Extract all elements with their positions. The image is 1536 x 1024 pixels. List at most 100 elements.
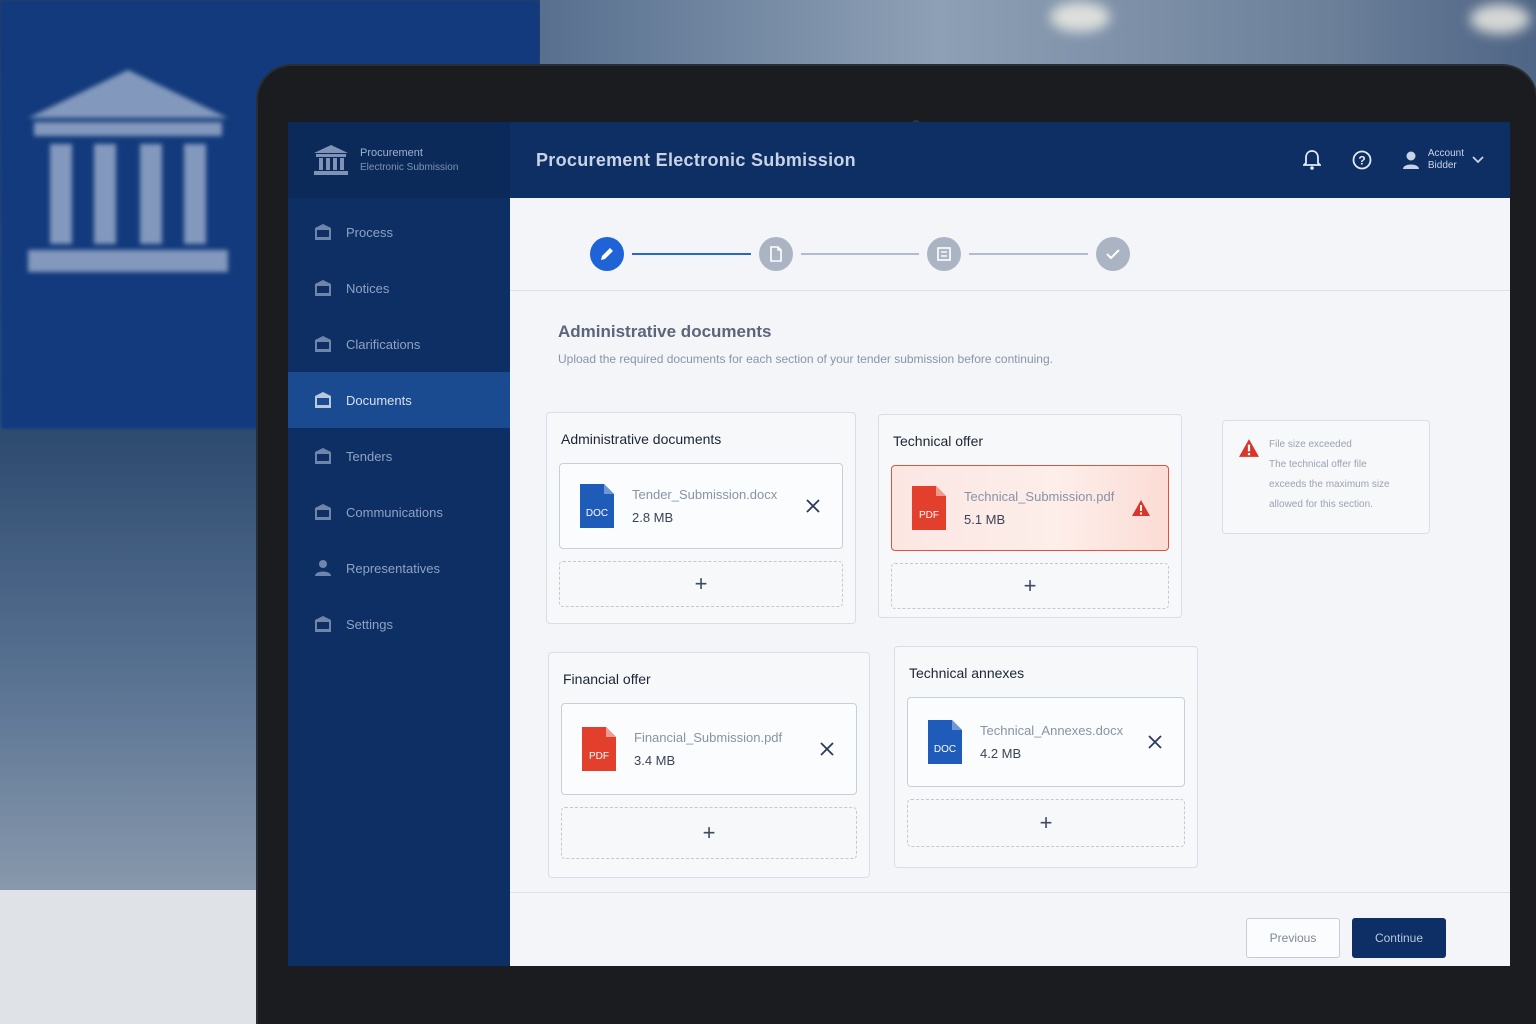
help-icon[interactable]: ?	[1352, 150, 1372, 170]
step-connector	[800, 253, 920, 255]
brand[interactable]: Procurement Electronic Submission	[288, 122, 510, 198]
user-name: Account	[1427, 148, 1464, 159]
file-item[interactable]: DOC Technical_Annexes.docx 4.2 MB	[907, 697, 1185, 787]
file-name: Technical_Submission.pdf	[964, 489, 1115, 504]
card-title: Technical offer	[893, 433, 984, 449]
upload-card-technical-offer: Technical offer PDF Technical_Submission…	[878, 414, 1182, 618]
institution-logo-icon	[28, 70, 228, 272]
file-size: 4.2 MB	[980, 746, 1022, 761]
step-confirm[interactable]	[1096, 237, 1131, 271]
sidebar-item-label: Tenders	[346, 448, 393, 464]
pdf-file-icon: PDF	[912, 486, 946, 530]
person-icon	[315, 560, 331, 576]
sidebar-item-settings[interactable]: Settings	[288, 596, 510, 652]
laptop-frame: Procurement Electronic Submission Procur…	[258, 66, 1536, 1024]
sidebar-item-label: Settings	[346, 616, 393, 632]
list-icon	[937, 247, 952, 261]
sidebar-item-representatives[interactable]: Representatives	[288, 540, 510, 596]
main-content: Administrative documents Upload the requ…	[510, 198, 1510, 966]
warning-icon	[1132, 500, 1151, 516]
file-item[interactable]: DOC Tender_Submission.docx 2.8 MB	[559, 463, 843, 549]
add-file-dropzone[interactable]: +	[907, 799, 1185, 847]
file-type-label: PDF	[589, 751, 609, 762]
sidebar-item-label: Process	[346, 224, 393, 240]
pdf-file-icon: PDF	[582, 727, 616, 771]
sidebar-item-clarifications[interactable]: Clarifications	[288, 316, 510, 372]
divider	[510, 892, 1510, 893]
alert-text: exceeds the maximum size	[1269, 479, 1390, 490]
doc-file-icon: DOC	[928, 720, 962, 764]
file-name: Technical_Annexes.docx	[980, 723, 1124, 738]
file-size: 2.8 MB	[632, 510, 674, 525]
brand-line-2: Electronic Submission	[360, 162, 459, 173]
sidebar-item-notices[interactable]: Notices	[288, 260, 510, 316]
doc-file-icon: DOC	[580, 484, 614, 528]
brand-line-1: Procurement	[360, 147, 423, 159]
sidebar-item-tenders[interactable]: Tenders	[288, 428, 510, 484]
building-icon	[315, 336, 331, 352]
warning-icon	[1239, 439, 1259, 457]
step-connector	[632, 253, 751, 255]
warning-indicator[interactable]	[1132, 499, 1151, 517]
alert-text: The technical offer file	[1269, 459, 1367, 470]
card-title: Technical annexes	[909, 665, 1025, 681]
file-size: 3.4 MB	[634, 753, 676, 768]
remove-file-button[interactable]	[818, 740, 836, 758]
card-title: Financial offer	[563, 671, 651, 687]
user-icon	[1402, 151, 1419, 169]
building-icon	[315, 224, 331, 240]
sidebar: Process Notices Clarifications Documents…	[288, 198, 510, 966]
step-review[interactable]	[927, 237, 962, 271]
building-icon	[315, 448, 331, 464]
sidebar-item-process[interactable]: Process	[288, 204, 510, 260]
step-documents[interactable]	[758, 237, 793, 271]
previous-button[interactable]: Previous	[1246, 918, 1340, 958]
user-menu[interactable]: Account Bidder	[1402, 148, 1484, 172]
close-icon	[806, 499, 820, 513]
section-title: Administrative documents	[558, 322, 772, 341]
app-header: Procurement Electronic Submission Procur…	[288, 122, 1510, 198]
page-title: Procurement Electronic Submission	[536, 149, 856, 170]
ceiling-light	[1470, 4, 1530, 34]
add-file-dropzone[interactable]: +	[559, 561, 843, 607]
pencil-icon	[601, 248, 613, 260]
sidebar-item-label: Clarifications	[346, 336, 421, 352]
document-icon	[769, 246, 782, 262]
file-item-error[interactable]: PDF Technical_Submission.pdf 5.1 MB	[891, 465, 1169, 551]
card-title: Administrative documents	[561, 431, 722, 447]
building-icon	[315, 616, 331, 632]
upload-card-administrative: Administrative documents DOC Tender_Subm…	[546, 412, 856, 624]
close-icon	[1148, 735, 1162, 749]
building-icon	[315, 280, 331, 296]
divider	[510, 290, 1510, 291]
alert-text: allowed for this section.	[1269, 499, 1373, 510]
sidebar-item-documents[interactable]: Documents	[288, 372, 510, 428]
file-size: 5.1 MB	[964, 512, 1006, 527]
file-type-label: PDF	[919, 510, 939, 521]
alert-panel: File size exceeded The technical offer f…	[1222, 420, 1430, 534]
sidebar-item-label: Communications	[346, 504, 443, 520]
sidebar-item-label: Notices	[346, 280, 390, 296]
section-description: Upload the required documents for each s…	[558, 352, 1053, 366]
close-icon	[820, 742, 834, 756]
bell-icon[interactable]	[1302, 150, 1322, 170]
svg-text:?: ?	[1358, 154, 1365, 168]
file-type-label: DOC	[586, 508, 608, 519]
file-name: Tender_Submission.docx	[632, 487, 778, 502]
file-item[interactable]: PDF Financial_Submission.pdf 3.4 MB	[561, 703, 857, 795]
add-file-dropzone[interactable]: +	[891, 563, 1169, 609]
sidebar-item-communications[interactable]: Communications	[288, 484, 510, 540]
chevron-down-icon	[1472, 156, 1484, 164]
upload-card-technical-annexes: Technical annexes DOC Technical_Annexes.…	[894, 646, 1198, 868]
institution-icon	[314, 145, 348, 175]
progress-stepper	[590, 234, 1131, 274]
remove-file-button[interactable]	[1146, 733, 1164, 751]
step-edit[interactable]	[590, 237, 624, 271]
continue-button[interactable]: Continue	[1352, 918, 1446, 958]
sidebar-item-label: Representatives	[346, 560, 440, 576]
remove-file-button[interactable]	[804, 497, 822, 515]
ceiling-light	[1050, 2, 1110, 32]
add-file-dropzone[interactable]: +	[561, 807, 857, 859]
screen: Procurement Electronic Submission Procur…	[288, 122, 1510, 966]
file-name: Financial_Submission.pdf	[634, 730, 783, 745]
